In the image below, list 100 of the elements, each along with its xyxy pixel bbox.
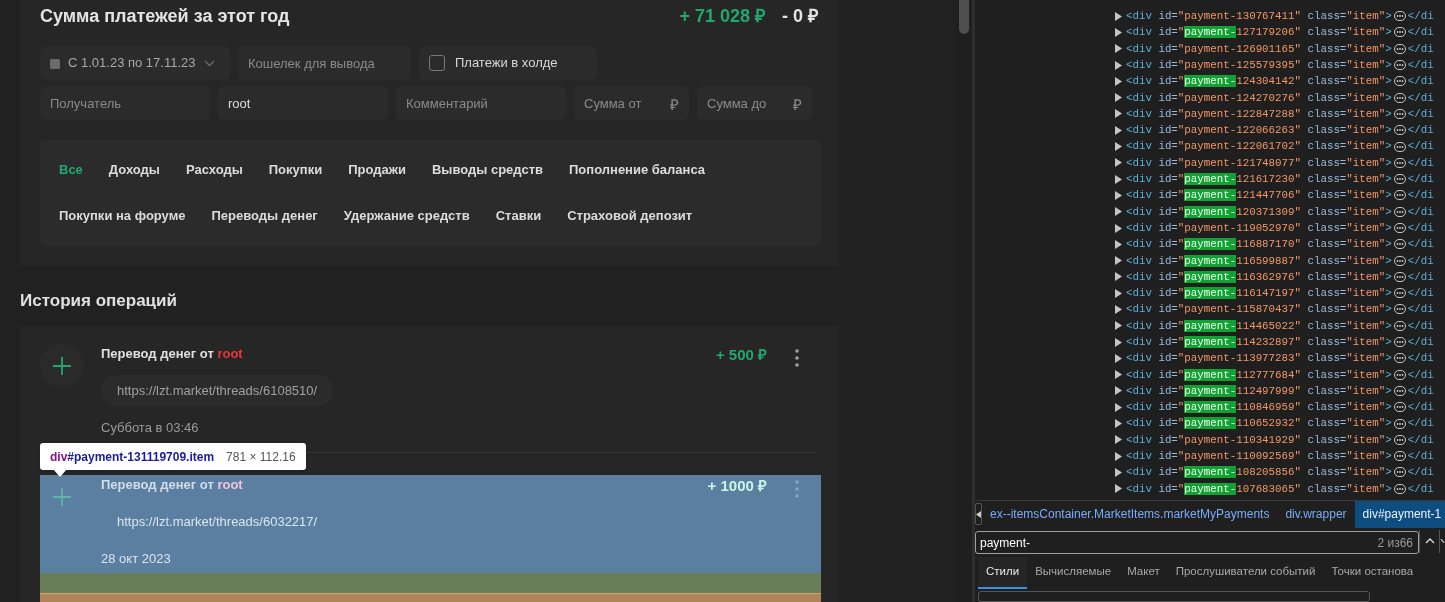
devtools-tab[interactable]: Вычисляемые [1027,557,1120,589]
ellipsis-icon[interactable] [1393,337,1406,348]
category-tab[interactable]: Удержание средств [337,196,476,236]
ellipsis-icon[interactable] [1393,239,1406,250]
ellipsis-icon[interactable] [1393,27,1406,38]
recipient-field[interactable]: Получатель [40,86,210,120]
devtools-tab[interactable]: Стили [978,557,1028,589]
dom-node-line[interactable]: <div id="payment-116362976" class="item"> [1126,268,1392,285]
category-tab[interactable]: Доходы [102,150,166,190]
ellipsis-icon[interactable] [1393,223,1406,233]
dom-node-line[interactable]: <div id="payment-120371309" class="item"> [1126,203,1392,220]
ellipsis-icon[interactable] [1393,92,1406,103]
category-tab[interactable]: Пополнение баланса [563,150,711,190]
ellipsis-icon[interactable] [1393,206,1406,217]
date-range-dropdown[interactable]: С 1.01.23 по 17.11.23 [40,46,230,80]
category-tab[interactable]: Покупки [262,150,329,190]
category-tab[interactable]: Все [53,150,89,190]
closing-tag: </di [1407,366,1434,383]
ellipsis-icon[interactable] [1393,174,1406,185]
ellipsis-icon[interactable] [1393,288,1406,299]
scroll-left-button[interactable] [975,503,982,525]
dom-node-line[interactable]: <div id="payment-122847288" class="item"> [1126,105,1392,122]
ellipsis-icon[interactable] [1393,385,1406,396]
ellipsis-icon[interactable] [1393,141,1406,152]
category-tab[interactable]: Ставки [489,196,548,236]
breadcrumb-item[interactable]: ex--itemsContainer.MarketItems.marketMyPayments [982,500,1278,528]
devtools-tab[interactable]: Макет [1119,557,1168,589]
dom-node-line[interactable]: <div id="payment-125579395" class="item"> [1126,56,1392,74]
ellipsis-icon[interactable] [1393,369,1406,380]
ellipsis-icon[interactable] [1393,157,1406,168]
dom-node-line[interactable]: <div id="payment-112777684" class="item"> [1126,366,1392,383]
breadcrumb-item[interactable]: div.wrapper [1277,500,1355,528]
dom-node-line[interactable]: <div id="payment-107683065" class="item"> [1126,480,1392,497]
dom-node-line[interactable]: <div id="payment-114232897" class="item"> [1126,334,1392,351]
dom-node-line[interactable]: <div id="payment-112497999" class="item"> [1126,382,1392,400]
ellipsis-icon[interactable] [1393,320,1406,331]
category-tab[interactable]: Покупки на форуме [53,196,192,236]
ellipsis-icon[interactable] [1393,190,1406,201]
ellipsis-icon[interactable] [1393,418,1406,429]
devtools-tab[interactable]: Точки останова [1323,557,1422,589]
ellipsis-icon[interactable] [1393,60,1406,71]
dom-node-line[interactable]: <div id="payment-110846959" class="item"> [1126,399,1392,416]
category-tab[interactable]: Выводы средств [425,150,549,190]
dom-node-line[interactable]: <div id="payment-127179206" class="item"> [1126,24,1392,41]
history-title: История операций [20,290,177,312]
thread-link[interactable]: https://lzt.market/threads/6108510/ [101,374,334,406]
scrollbar-thumb[interactable] [958,0,969,34]
dom-node-line[interactable]: <div id="payment-110092569" class="item"> [1126,448,1392,465]
sender-field[interactable]: root [218,86,388,120]
ellipsis-icon[interactable] [1393,483,1406,494]
ellipsis-icon[interactable] [1393,402,1406,413]
dom-node-line[interactable]: <div id="payment-122066263" class="item"> [1126,122,1392,139]
wallet-field[interactable]: Кошелек для вывода [238,46,411,80]
dom-node-line[interactable]: <div id="payment-121748077" class="item"> [1126,154,1392,171]
ellipsis-icon[interactable] [1393,353,1406,364]
dom-node-line[interactable]: <div id="payment-116599887" class="item"> [1126,252,1392,269]
ellipsis-icon[interactable] [1393,76,1406,87]
dom-node-line[interactable]: <div id="payment-122061702" class="item"> [1126,138,1392,155]
dom-node-line[interactable]: <div id="payment-119052970" class="item"> [1126,219,1392,237]
ellipsis-icon[interactable] [1393,434,1406,445]
ellipsis-icon[interactable] [1393,255,1406,266]
ellipsis-icon[interactable] [1393,43,1406,54]
plus-icon [52,486,72,507]
dom-node-line[interactable]: <div id="payment-115870437" class="item"> [1126,301,1392,318]
dom-node-line[interactable]: <div id="payment-124304142" class="item"> [1126,73,1392,90]
dom-node-line[interactable]: <div id="payment-126901165" class="item"> [1126,40,1392,57]
dom-node-line[interactable]: <div id="payment-110652932" class="item"> [1126,415,1392,432]
dom-node-line[interactable]: <div id="payment-108205856" class="item"> [1126,464,1392,481]
more-menu-icon[interactable] [795,348,799,367]
hold-checkbox[interactable] [429,55,445,71]
dom-node-line[interactable]: <div id="payment-116887170" class="item"> [1126,236,1392,253]
dom-node-line[interactable]: <div id="payment-121617230" class="item"> [1126,171,1392,188]
hold-checkbox-field[interactable]: Платежи в холде [419,46,597,80]
category-tab[interactable]: Переводы денег [205,196,324,236]
closing-tag: </di [1407,464,1434,481]
devtools-tab[interactable]: Прослушиватели событий [1167,557,1324,589]
comment-field[interactable]: Комментарий [396,86,566,120]
category-tab[interactable]: Страховой депозит [561,196,699,236]
dom-node-line[interactable]: <div id="payment-116147197" class="item"> [1126,285,1392,302]
dom-node-line[interactable]: <div id="payment-130767411" class="item"> [1126,8,1392,25]
ellipsis-icon[interactable] [1393,467,1406,478]
dom-node-line[interactable]: <div id="payment-110341929" class="item"> [1126,431,1392,448]
dom-node-line[interactable]: <div id="payment-114465022" class="item"> [1126,317,1392,334]
breadcrumb-item[interactable]: div#payment-1 [1354,500,1445,528]
dom-node-line[interactable]: <div id="payment-121447706" class="item"> [1126,187,1392,204]
category-tab[interactable]: Расходы [179,150,249,190]
dom-node-line[interactable]: <div id="payment-124270276" class="item"> [1126,89,1392,106]
ellipsis-icon[interactable] [1393,11,1406,22]
category-tab[interactable]: Продажи [342,150,412,190]
closing-tag: </di [1407,317,1434,334]
ellipsis-icon[interactable] [1393,304,1406,315]
ellipsis-icon[interactable] [1393,451,1406,462]
next-match-button[interactable] [1439,529,1445,553]
dom-node-line[interactable]: <div id="payment-113977283" class="item"> [1126,350,1392,367]
ellipsis-icon[interactable] [1393,125,1406,136]
payment-amount: + 500 ₽ [715,344,767,365]
calendar-icon [50,57,60,69]
ellipsis-icon[interactable] [1393,271,1406,282]
ellipsis-icon[interactable] [1393,108,1406,119]
closing-tag: </di [1407,382,1434,400]
